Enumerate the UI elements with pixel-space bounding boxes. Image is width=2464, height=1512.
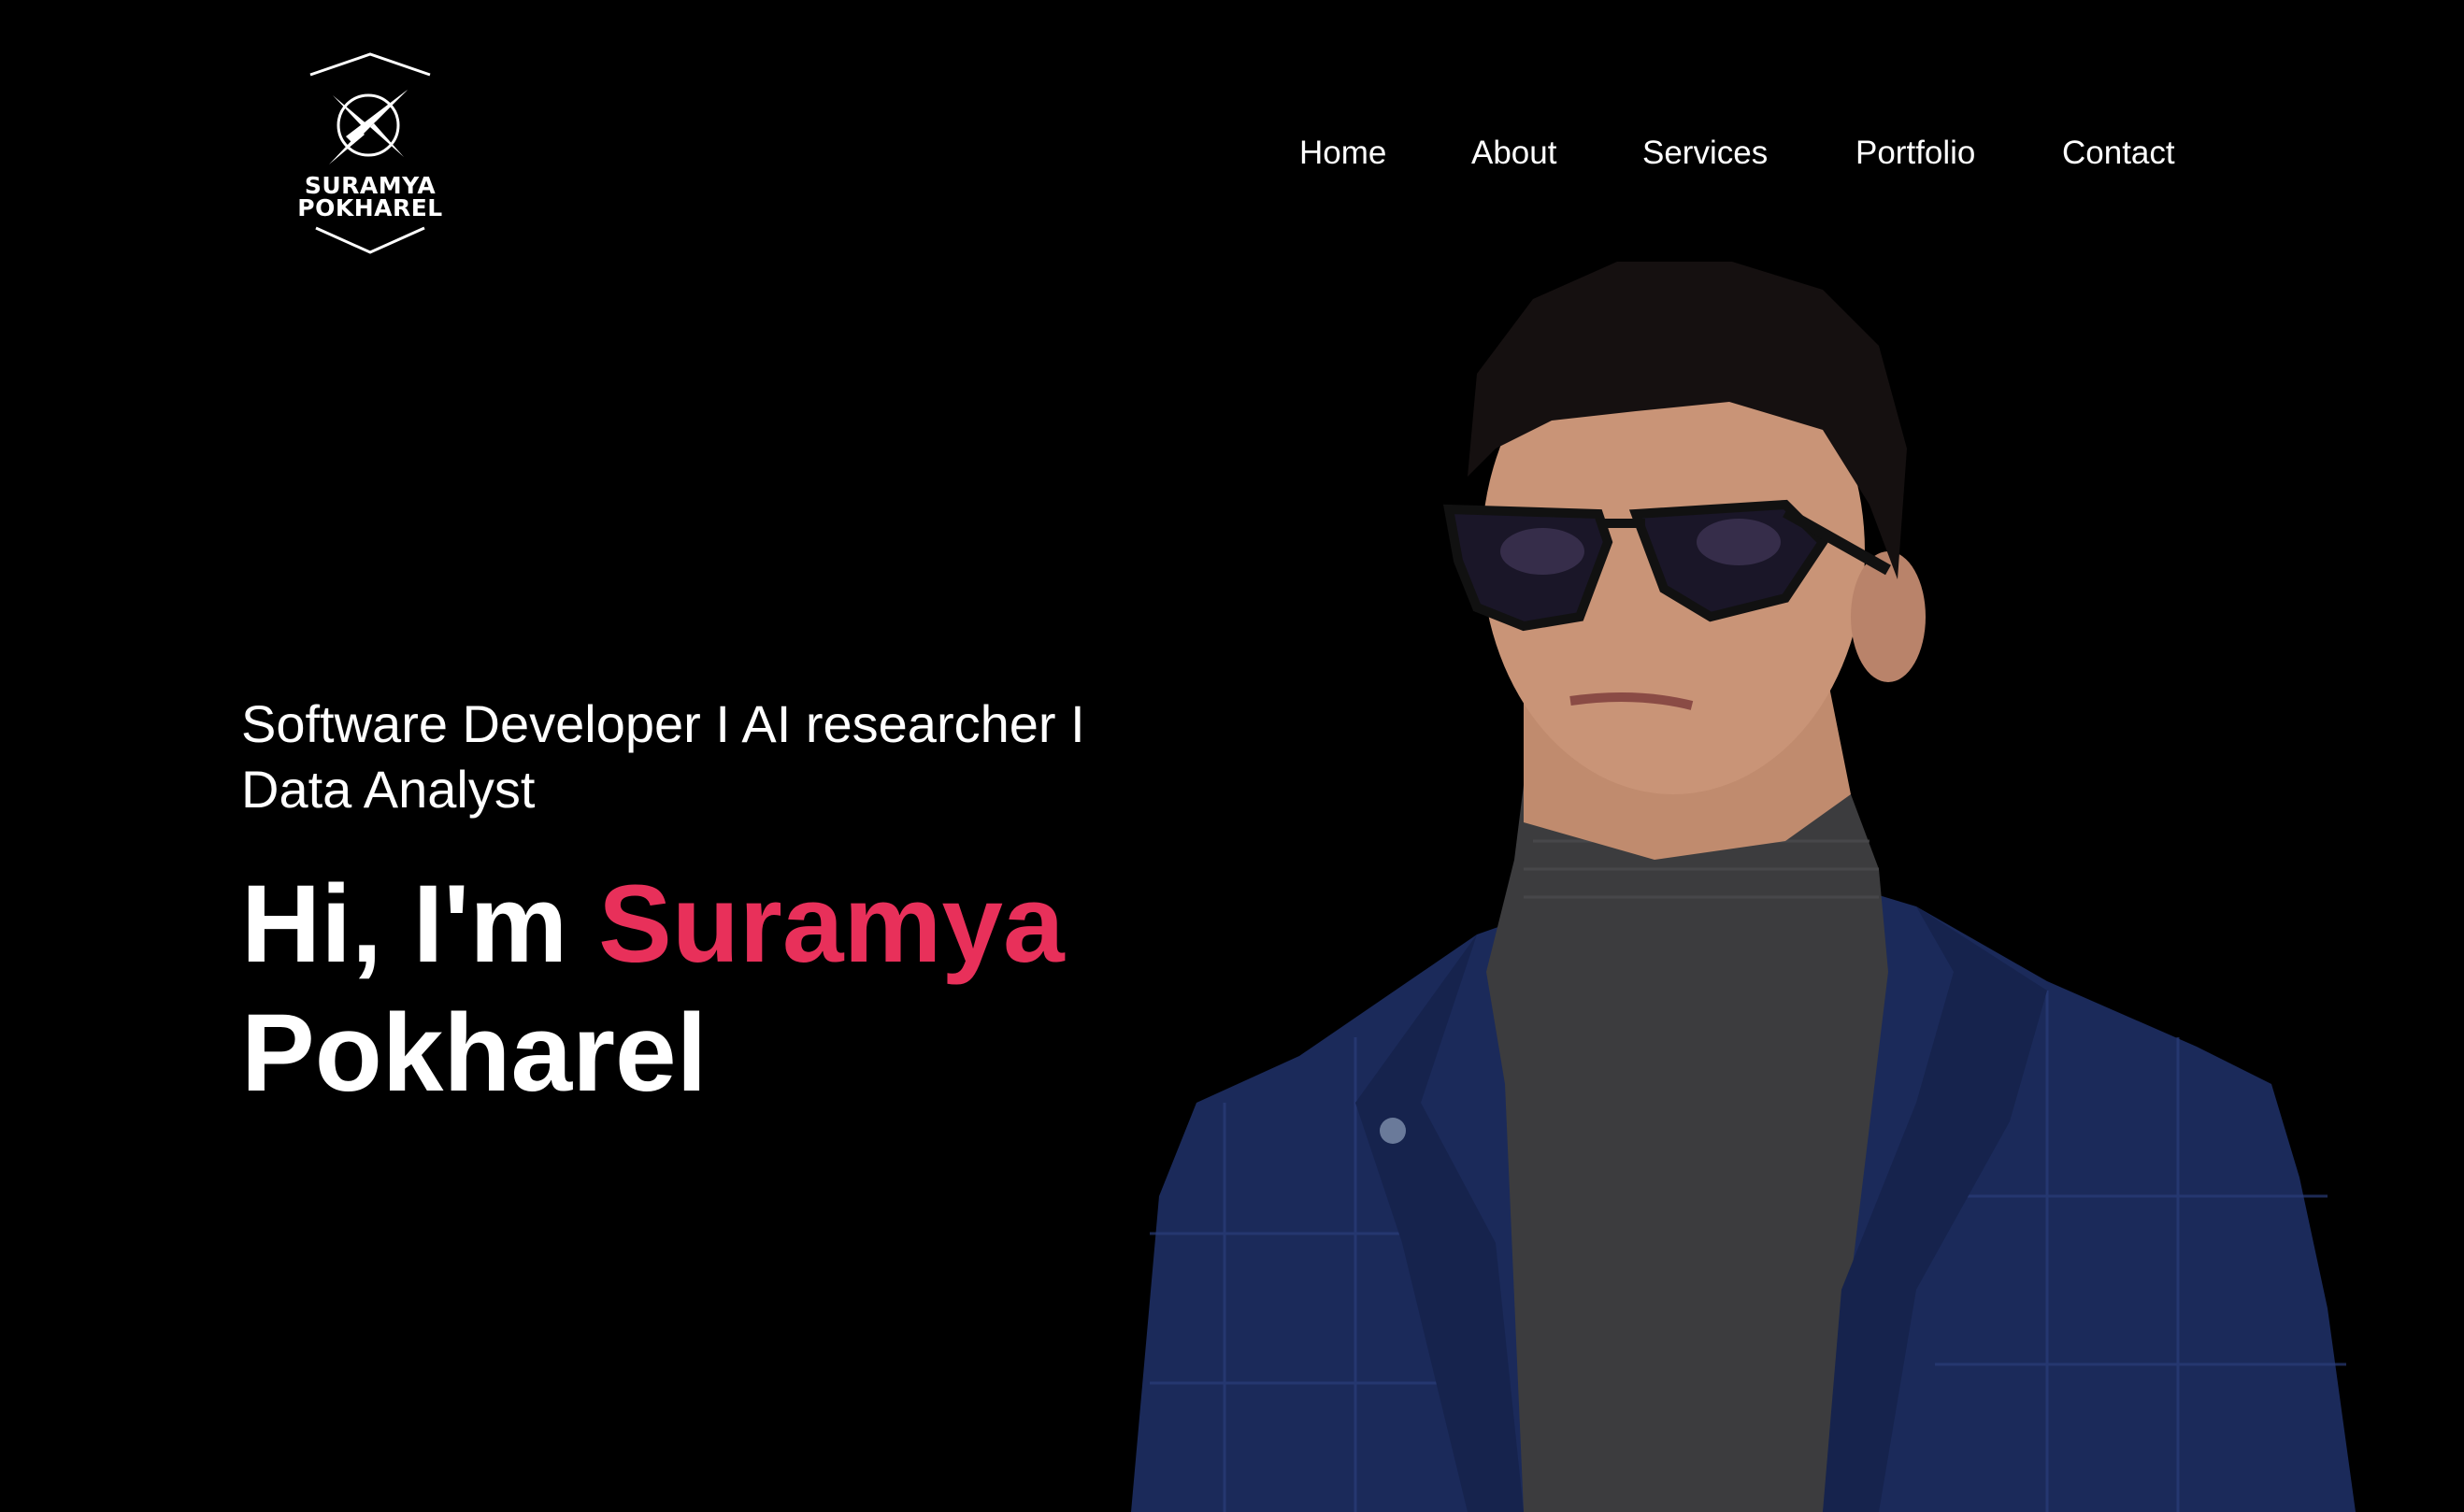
nav-portfolio-link[interactable]: Portfolio — [1855, 132, 1975, 175]
hero-first-name: Suramya — [598, 863, 1065, 986]
hero-subtitle: Software Developer I AI researcher I Dat… — [241, 692, 1176, 822]
brand-name-line2: POKHAREL — [297, 194, 443, 221]
hero-page: SURAMYA POKHAREL Home About Services Por… — [0, 0, 2464, 1512]
nav-contact-link[interactable]: Contact — [2062, 132, 2175, 175]
brand-logo[interactable]: SURAMYA POKHAREL — [297, 50, 443, 258]
nav-services-link[interactable]: Services — [1642, 132, 1768, 175]
brand-emblem-icon — [309, 52, 431, 254]
hero-subtitle-line1: Software Developer I AI researcher I — [241, 694, 1085, 753]
nav-home-link[interactable]: Home — [1299, 132, 1386, 175]
nav-about-link[interactable]: About — [1471, 132, 1556, 175]
portrait-image — [1131, 262, 2356, 1512]
hero-greeting: Hi, I'm — [241, 863, 568, 986]
turtleneck-shape — [1486, 785, 1888, 1512]
hero-headline: Hi, I'm Suramya Pokharel — [241, 860, 1176, 1118]
hero-subtitle-line2: Data Analyst — [241, 760, 536, 819]
lapel-pin — [1380, 1118, 1406, 1144]
hero-last-name: Pokharel — [241, 991, 708, 1115]
